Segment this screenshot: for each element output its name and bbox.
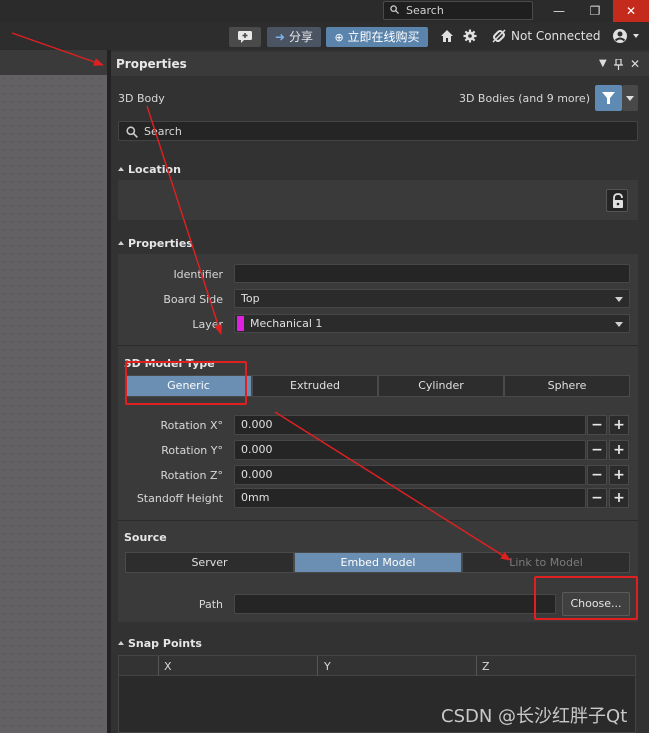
divider bbox=[118, 345, 638, 346]
global-search-box[interactable]: Search bbox=[383, 1, 533, 20]
rotation-y-field[interactable]: 0.000 bbox=[234, 440, 586, 460]
search-icon bbox=[126, 126, 138, 138]
panel-search-placeholder: Search bbox=[144, 125, 182, 138]
source-embed-model[interactable]: Embed Model bbox=[294, 552, 462, 573]
watermark: CSDN @长沙红胖子Qt bbox=[441, 706, 628, 727]
collapse-triangle-icon bbox=[118, 641, 124, 645]
column-divider bbox=[317, 656, 318, 676]
column-header-z: Z bbox=[482, 660, 490, 673]
rotation-z-decrement[interactable]: − bbox=[587, 465, 607, 485]
properties-section-header[interactable]: Properties bbox=[118, 237, 193, 250]
close-button[interactable]: ✕ bbox=[613, 0, 649, 22]
board-side-label: Board Side bbox=[163, 293, 223, 306]
standoff-increment[interactable]: + bbox=[609, 488, 629, 508]
panel-close-icon[interactable]: ✕ bbox=[630, 52, 640, 76]
column-header-y: Y bbox=[324, 660, 331, 673]
panel-search-input[interactable]: Search bbox=[118, 121, 638, 141]
location-group bbox=[118, 180, 638, 220]
global-search-label: Search bbox=[406, 4, 444, 17]
rotation-x-increment[interactable]: + bbox=[609, 415, 629, 435]
location-section-header[interactable]: Location bbox=[118, 163, 181, 176]
user-account-button[interactable] bbox=[613, 28, 641, 44]
panel-menu-icon[interactable]: ▼ bbox=[599, 52, 607, 76]
rotation-z-increment[interactable]: + bbox=[609, 465, 629, 485]
path-label: Path bbox=[198, 598, 223, 611]
not-connected-icon bbox=[492, 29, 506, 43]
share-button[interactable]: ➜ 分享 bbox=[267, 27, 321, 47]
snap-points-section-header[interactable]: Snap Points bbox=[118, 637, 202, 650]
search-icon bbox=[390, 5, 399, 14]
design-canvas[interactable] bbox=[0, 50, 107, 733]
share-arrow-icon: ➜ bbox=[275, 30, 286, 44]
annotation-highlight-generic bbox=[125, 361, 247, 405]
collapse-triangle-icon bbox=[118, 241, 124, 245]
filter-dropdown-button[interactable] bbox=[622, 85, 638, 111]
standoff-height-label: Standoff Height bbox=[136, 492, 223, 505]
lock-button[interactable] bbox=[606, 189, 628, 212]
layer-label: Layer bbox=[192, 318, 223, 331]
object-type-label: 3D Body bbox=[118, 92, 165, 105]
comment-button[interactable] bbox=[229, 27, 261, 47]
chevron-down-icon bbox=[626, 96, 634, 101]
layer-select[interactable]: Mechanical 1 bbox=[234, 314, 630, 333]
rotation-z-label: Rotation Z° bbox=[160, 469, 223, 482]
snap-points-title: Snap Points bbox=[128, 637, 202, 650]
layer-value: Mechanical 1 bbox=[250, 317, 323, 330]
filter-icon bbox=[602, 92, 615, 104]
snap-points-header-row: X Y Z bbox=[119, 656, 635, 676]
divider bbox=[118, 520, 638, 521]
filter-button[interactable] bbox=[595, 85, 622, 111]
pin-icon[interactable] bbox=[614, 52, 623, 76]
rotation-y-increment[interactable]: + bbox=[609, 440, 629, 460]
path-field[interactable] bbox=[234, 594, 556, 614]
column-header-x: X bbox=[164, 660, 172, 673]
home-icon[interactable] bbox=[440, 29, 454, 43]
rotation-x-label: Rotation X° bbox=[160, 419, 223, 432]
board-side-value: Top bbox=[241, 292, 260, 305]
share-label: 分享 bbox=[288, 30, 313, 44]
column-divider bbox=[158, 656, 159, 676]
rotation-x-decrement[interactable]: − bbox=[587, 415, 607, 435]
buy-icon: ⊕ bbox=[334, 31, 344, 44]
column-divider bbox=[476, 656, 477, 676]
layer-color-swatch bbox=[237, 316, 244, 331]
source-server[interactable]: Server bbox=[125, 552, 294, 573]
annotation-highlight-choose bbox=[534, 576, 638, 620]
buy-online-button[interactable]: ⊕ 立即在线购买 bbox=[326, 27, 428, 47]
identifier-label: Identifier bbox=[173, 268, 223, 281]
panel-title: Properties bbox=[111, 52, 649, 76]
identifier-field[interactable] bbox=[234, 264, 630, 283]
standoff-height-field[interactable]: 0mm bbox=[234, 488, 586, 508]
canvas-tab-strip bbox=[0, 50, 107, 75]
filter-summary: 3D Bodies (and 9 more) bbox=[458, 92, 590, 105]
collapse-triangle-icon bbox=[118, 167, 124, 171]
board-side-select[interactable]: Top bbox=[234, 289, 630, 308]
standoff-decrement[interactable]: − bbox=[587, 488, 607, 508]
chevron-down-icon bbox=[615, 297, 623, 302]
restore-button[interactable]: ❐ bbox=[577, 0, 613, 22]
lock-icon bbox=[613, 193, 623, 208]
user-avatar-icon bbox=[613, 29, 639, 43]
source-title: Source bbox=[124, 531, 167, 544]
rotation-z-field[interactable]: 0.000 bbox=[234, 465, 586, 485]
model-type-extruded[interactable]: Extruded bbox=[252, 375, 378, 397]
chevron-down-icon bbox=[615, 322, 623, 327]
comment-icon bbox=[238, 31, 252, 43]
source-link-to-model[interactable]: Link to Model bbox=[462, 552, 630, 573]
connection-status[interactable]: Not Connected bbox=[511, 28, 600, 44]
properties-title: Properties bbox=[128, 237, 193, 250]
location-title: Location bbox=[128, 163, 181, 176]
model-type-cylinder[interactable]: Cylinder bbox=[378, 375, 504, 397]
rotation-y-decrement[interactable]: − bbox=[587, 440, 607, 460]
model-type-sphere[interactable]: Sphere bbox=[504, 375, 630, 397]
settings-gear-icon[interactable] bbox=[463, 29, 477, 43]
rotation-x-field[interactable]: 0.000 bbox=[234, 415, 586, 435]
buy-label: 立即在线购买 bbox=[347, 30, 420, 44]
minimize-button[interactable]: — bbox=[541, 0, 577, 22]
rotation-y-label: Rotation Y° bbox=[161, 444, 223, 457]
